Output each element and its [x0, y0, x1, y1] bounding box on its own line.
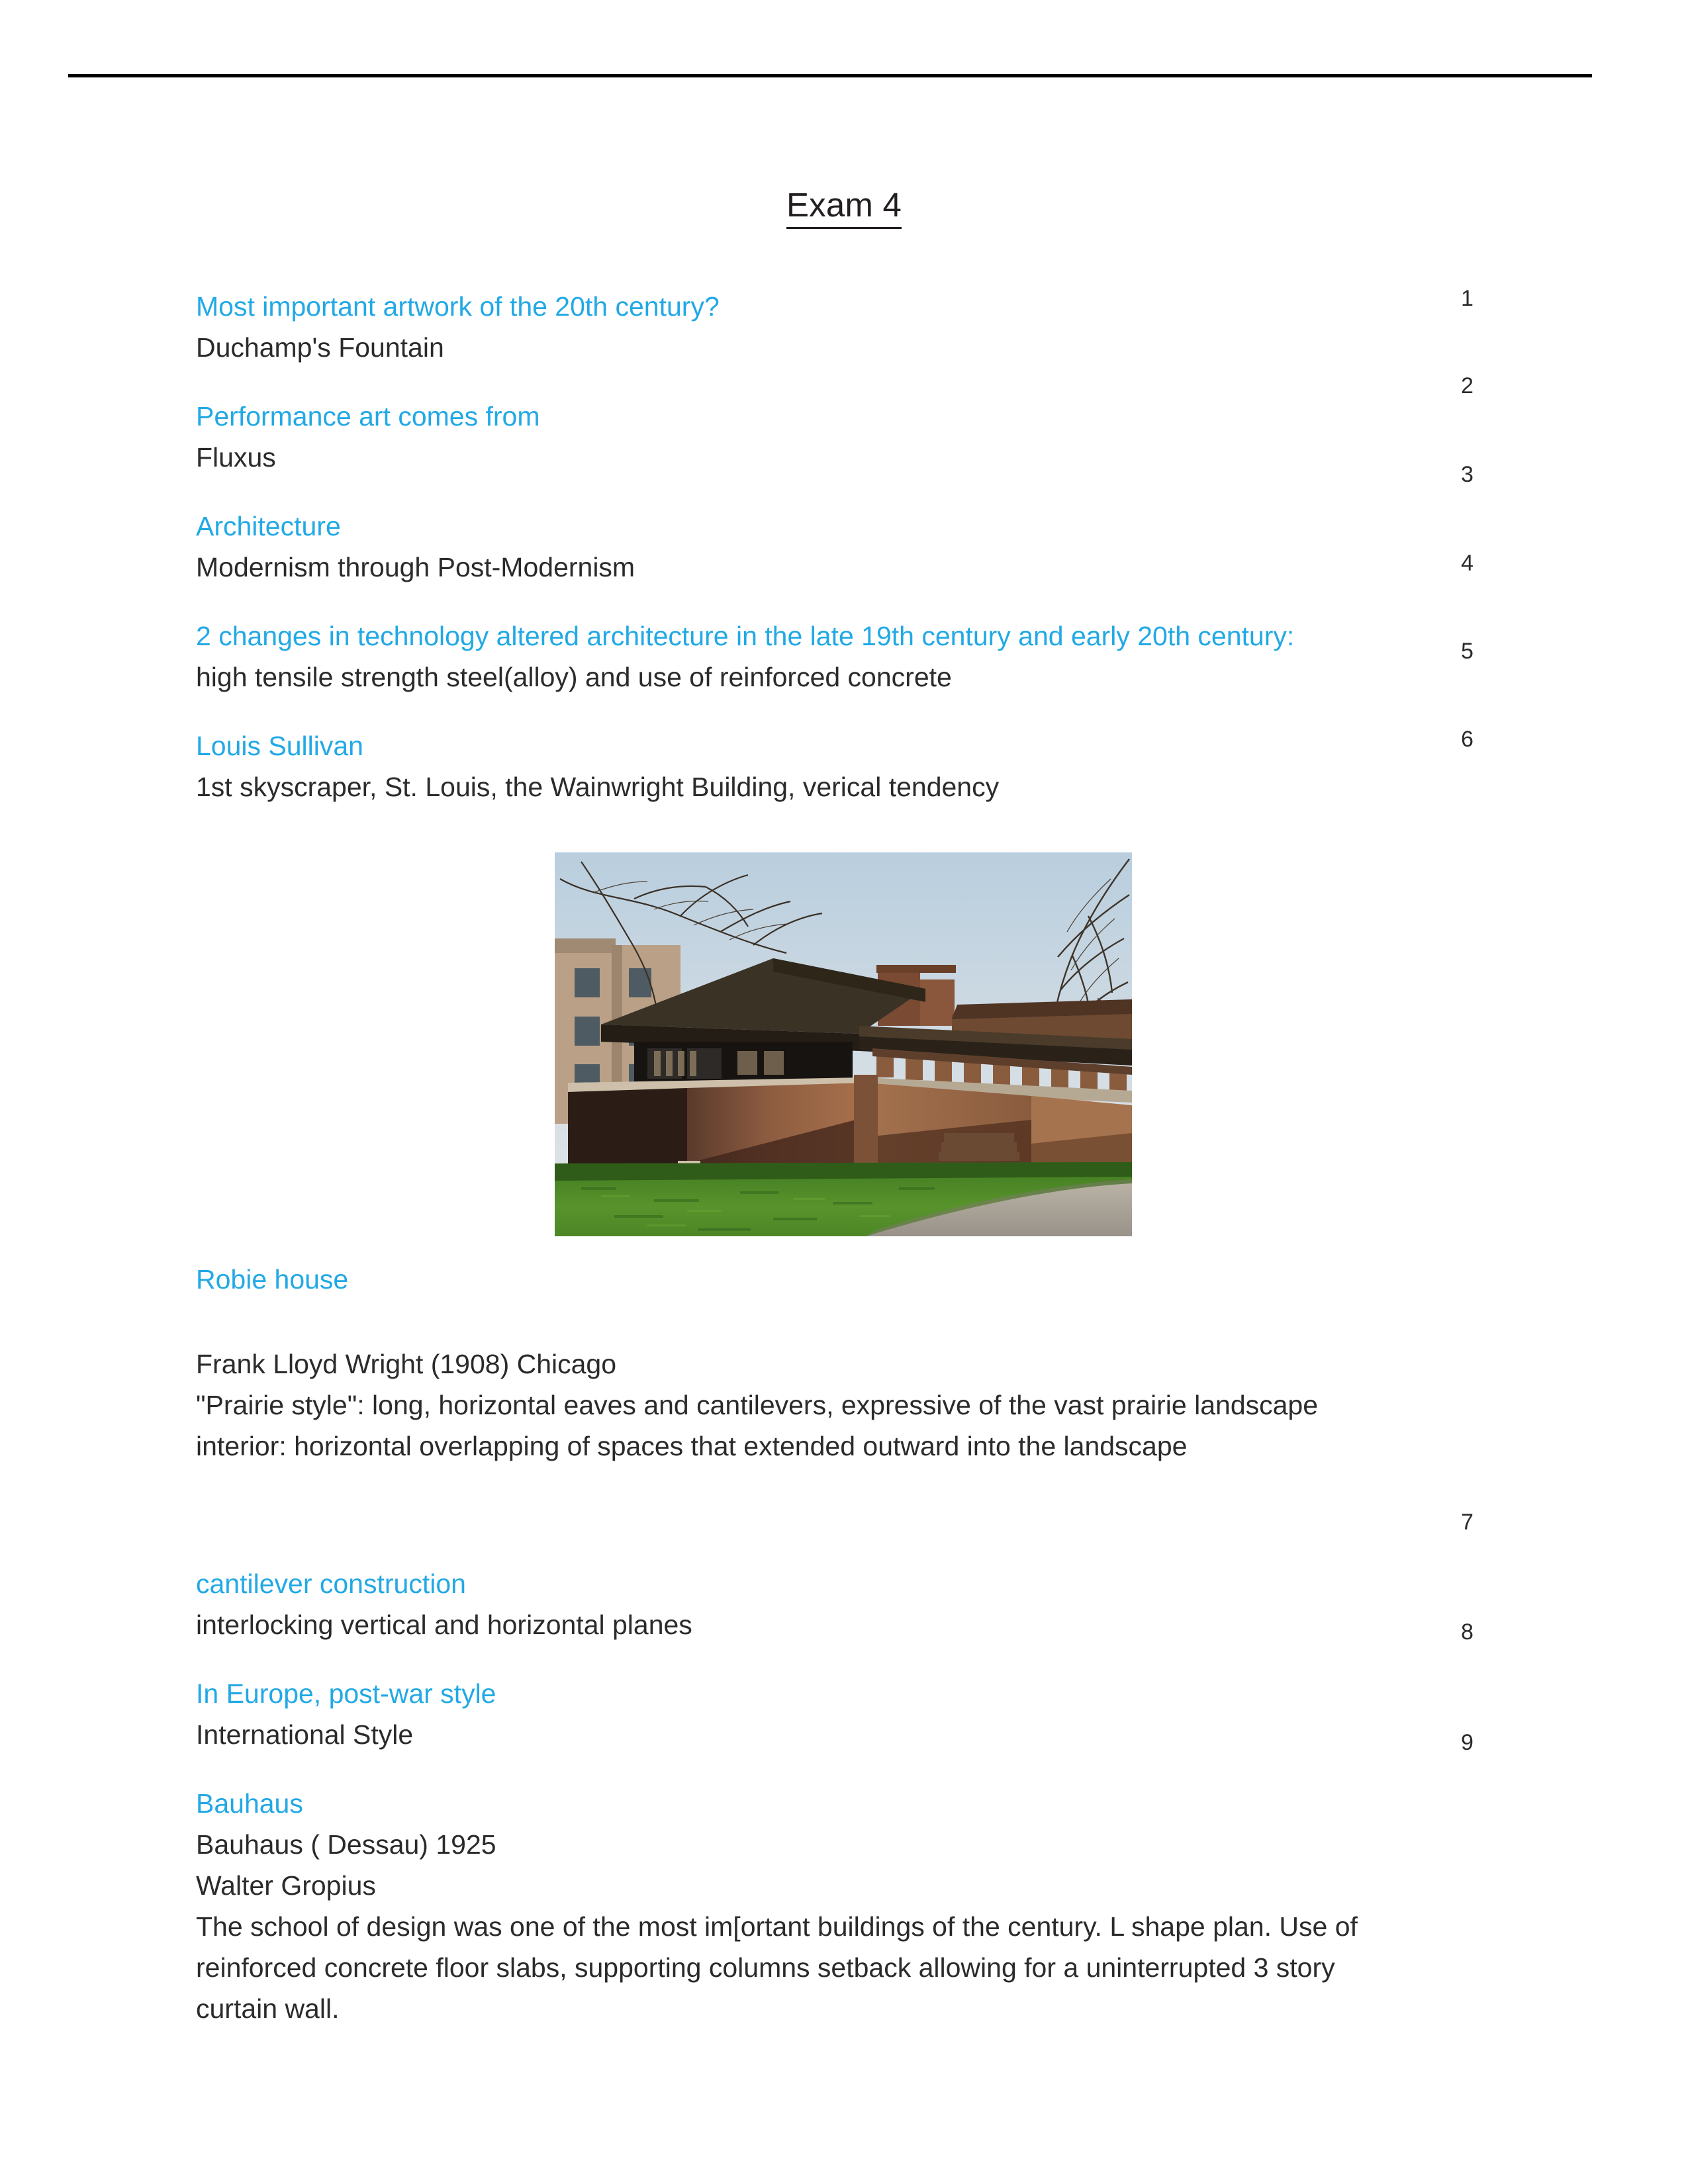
- question-artwork: Most important artwork of the 20th centu…: [196, 291, 720, 322]
- answer-technology-changes: high tensile strength steel(alloy) and u…: [196, 662, 952, 692]
- item-marker-6-label: 6: [1461, 727, 1474, 752]
- qa-block-architecture: Architecture Modernism through Post-Mode…: [196, 506, 1414, 588]
- answer-robie-house-line-1: Frank Lloyd Wright (1908) Chicago: [196, 1349, 617, 1379]
- question-robie-house: Robie house: [196, 1264, 349, 1295]
- qa-block-bauhaus: Bauhaus Bauhaus ( Dessau) 1925 Walter Gr…: [196, 1783, 1414, 2029]
- qa-block-artwork: Most important artwork of the 20th centu…: [196, 286, 1414, 368]
- answer-artwork: Duchamp's Fountain: [196, 332, 444, 363]
- question-bauhaus: Bauhaus: [196, 1788, 303, 1819]
- item-marker-3-label: 3: [1461, 462, 1474, 487]
- qa-block-post-war-style: In Europe, post-war style International …: [196, 1673, 1414, 1755]
- header-rule: [68, 74, 1592, 77]
- answer-cantilever: interlocking vertical and horizontal pla…: [196, 1610, 692, 1640]
- answer-robie-house-line-3: interior: horizontal overlapping of spac…: [196, 1431, 1188, 1461]
- qa-block-robie-house: Robie house Frank Lloyd Wright (1908) Ch…: [196, 1259, 1414, 1467]
- item-marker-7-label: 7: [1461, 1510, 1474, 1535]
- question-architecture: Architecture: [196, 511, 341, 541]
- question-performance-art: Performance art comes from: [196, 401, 540, 432]
- item-marker-8-label: 8: [1461, 1619, 1474, 1645]
- answer-post-war-style: International Style: [196, 1719, 414, 1750]
- robie-house-illustration: [555, 852, 1132, 1236]
- item-marker-5-label: 5: [1461, 639, 1474, 664]
- qa-block-cantilever: cantilever construction interlocking ver…: [196, 1563, 1414, 1645]
- qa-block-technology-changes: 2 changes in technology altered architec…: [196, 615, 1414, 698]
- answer-performance-art: Fluxus: [196, 442, 276, 473]
- answer-architecture: Modernism through Post-Modernism: [196, 552, 635, 582]
- qa-block-louis-sullivan: Louis Sullivan 1st skyscraper, St. Louis…: [196, 725, 1414, 807]
- item-marker-2-label: 2: [1461, 373, 1474, 398]
- answer-bauhaus-line-1: Bauhaus ( Dessau) 1925: [196, 1829, 496, 1860]
- item-marker-4-label: 4: [1461, 551, 1474, 576]
- answer-bauhaus-line-2: Walter Gropius: [196, 1870, 376, 1901]
- page-title-text: Exam 4: [786, 186, 902, 229]
- question-post-war-style: In Europe, post-war style: [196, 1678, 496, 1709]
- item-marker-1-label: 1: [1461, 286, 1474, 311]
- qa-block-performance-art: Performance art comes from Fluxus: [196, 396, 1414, 478]
- robie-house-photo: [555, 852, 1132, 1236]
- page-title: Exam 4: [0, 185, 1688, 229]
- question-technology-changes: 2 changes in technology altered architec…: [196, 621, 1295, 651]
- answer-bauhaus-paragraph: The school of design was one of the most…: [196, 1911, 1358, 2024]
- document-page: Exam 4 1 2 3 4 5 6 7 8 9 Most important …: [0, 0, 1688, 2184]
- answer-robie-house-line-2: "Prairie style": long, horizontal eaves …: [196, 1390, 1319, 1420]
- question-louis-sullivan: Louis Sullivan: [196, 731, 363, 761]
- question-cantilever: cantilever construction: [196, 1569, 466, 1599]
- answer-louis-sullivan: 1st skyscraper, St. Louis, the Wainwrigh…: [196, 772, 1000, 802]
- robie-house-gap: [196, 1300, 1414, 1343]
- item-marker-9-label: 9: [1461, 1730, 1474, 1755]
